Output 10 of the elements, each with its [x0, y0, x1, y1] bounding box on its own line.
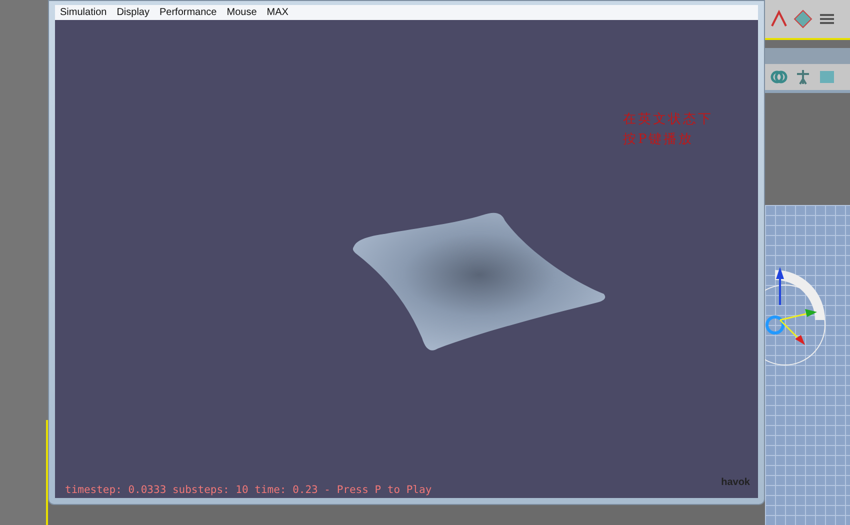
annotation-text: 在英文状态下	[623, 111, 713, 129]
status-text: timestep: 0.0333 substeps: 10 time: 0.23 - Press P to Play	[65, 484, 432, 496]
menu-item[interactable]: MAX	[266, 7, 288, 18]
logo-text: havok	[721, 477, 750, 488]
annotation-text: 按P键播放	[623, 131, 695, 149]
menu-item[interactable]: Display	[116, 7, 150, 18]
menu-item[interactable]: Mouse	[226, 7, 257, 18]
menu-item[interactable]: Performance	[160, 7, 217, 18]
menu-item[interactable]: Simulation	[60, 7, 107, 18]
toolbar-icon[interactable]	[769, 9, 789, 29]
